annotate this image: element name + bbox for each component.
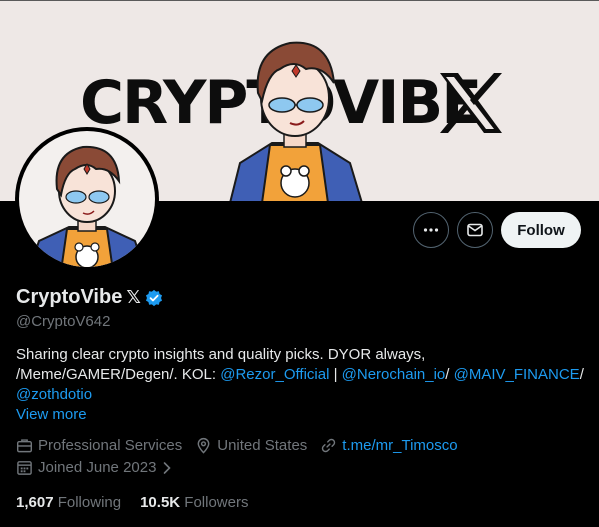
display-name-suffix: 𝕏 xyxy=(126,287,141,308)
followers-label: Followers xyxy=(184,494,249,511)
meta-category: Professional Services xyxy=(16,437,182,454)
bio-link-nerochain[interactable]: @Nerochain_io xyxy=(342,366,446,383)
avatar-image xyxy=(19,131,155,267)
meta-website[interactable]: t.me/mr_Timosco xyxy=(320,437,458,454)
bio-link-rezor[interactable]: @Rezor_Official xyxy=(220,366,329,383)
profile-handle: @CryptoV642 xyxy=(16,313,111,330)
chevron-right-icon xyxy=(164,461,172,474)
bio-link-maiv[interactable]: @MAIV_FINANCE xyxy=(454,366,580,383)
following-stat[interactable]: 1,607 Following xyxy=(16,494,121,511)
followers-stat[interactable]: 10.5K Followers xyxy=(140,494,248,511)
envelope-icon xyxy=(467,223,483,237)
view-more-link[interactable]: View more xyxy=(16,406,87,423)
meta-joined[interactable]: Joined June 2023 xyxy=(16,459,173,476)
more-options-button[interactable] xyxy=(413,212,449,248)
profile-avatar[interactable] xyxy=(15,127,159,271)
profile-meta-row: Professional Services United States t.me… xyxy=(16,437,471,454)
bio-separator: / xyxy=(579,366,584,383)
display-name: CryptoVibe xyxy=(16,286,123,308)
followers-count: 10.5K xyxy=(140,494,181,511)
bio-separator: | xyxy=(329,366,342,383)
bio-separator: / xyxy=(445,366,454,383)
location-label: United States xyxy=(217,437,308,454)
bio-link-zothdotio[interactable]: @zothdotio xyxy=(16,386,92,403)
profile-name-row: CryptoVibe 𝕏 xyxy=(16,286,163,309)
briefcase-icon xyxy=(16,439,33,453)
follow-button[interactable]: Follow xyxy=(501,212,581,248)
location-pin-icon xyxy=(197,437,210,454)
x-logo-icon xyxy=(440,73,502,133)
message-button[interactable] xyxy=(457,212,493,248)
link-icon xyxy=(322,438,336,453)
profile-joined-row[interactable]: Joined June 2023 xyxy=(16,459,186,476)
banner-character-illustration xyxy=(229,41,363,201)
more-dots-icon xyxy=(423,228,439,232)
category-label: Professional Services xyxy=(38,437,183,454)
profile-bio: Sharing clear crypto insights and qualit… xyxy=(16,345,586,405)
verified-badge-icon[interactable] xyxy=(145,289,163,307)
avatar-character-illustration xyxy=(29,145,145,267)
follow-stats: 1,607 Following 10.5K Followers xyxy=(16,494,248,511)
calendar-icon xyxy=(17,461,32,475)
website-link[interactable]: t.me/mr_Timosco xyxy=(342,437,457,454)
joined-label: Joined June 2023 xyxy=(38,459,157,476)
following-label: Following xyxy=(57,494,122,511)
meta-location: United States xyxy=(195,437,307,454)
following-count: 1,607 xyxy=(16,494,54,511)
